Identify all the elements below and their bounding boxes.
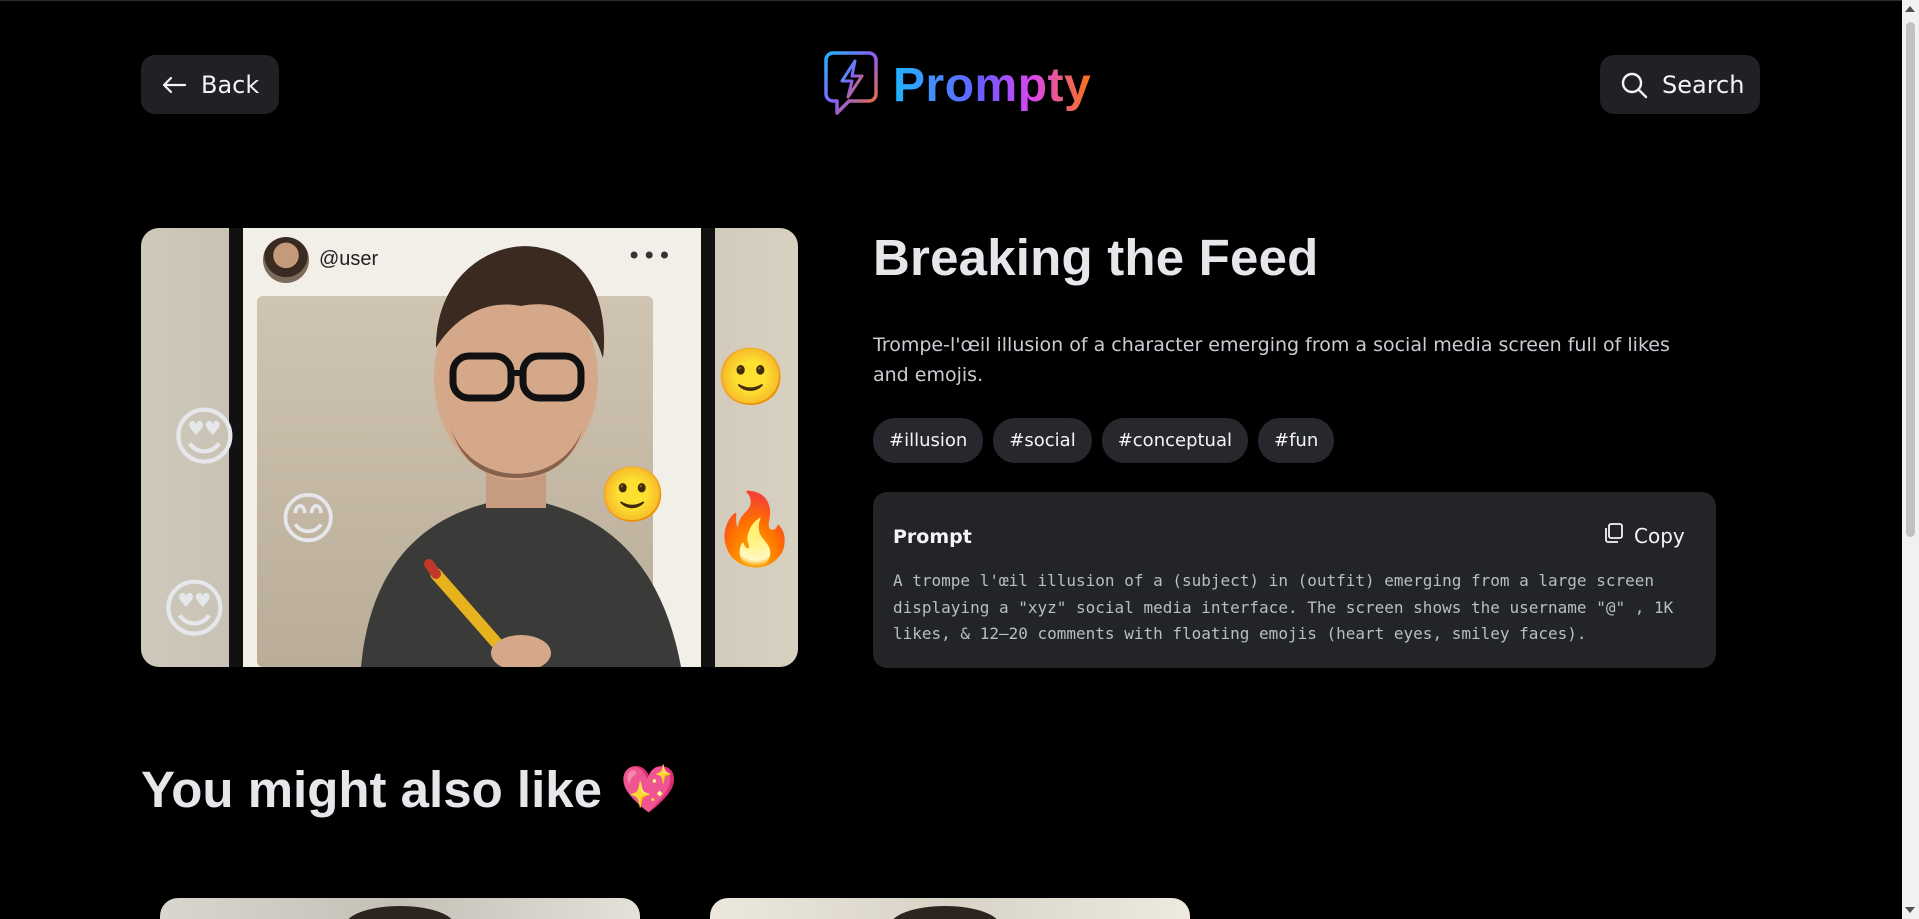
heart-eyes-emoji-icon: 😍: [171, 401, 238, 475]
page: Back Prompty Search @user ••• 😍 😍 😊 🙂 🙂 …: [0, 0, 1919, 919]
arrow-left-icon: [161, 75, 187, 95]
prompt-description: Trompe-l'œil illusion of a character eme…: [873, 334, 1670, 386]
heart-eyes-emoji-icon: 😍: [161, 573, 228, 647]
logo[interactable]: Prompty: [823, 50, 1091, 120]
page-scrollbar[interactable]: [1902, 0, 1919, 919]
tag-chip[interactable]: #illusion: [873, 418, 984, 463]
prompt-preview-image: @user ••• 😍 😍 😊 🙂 🙂 🔥: [141, 228, 798, 667]
scroll-down-arrow-icon[interactable]: [1905, 907, 1915, 913]
related-card[interactable]: [160, 898, 640, 919]
search-button[interactable]: Search: [1600, 55, 1760, 114]
person-illustration: [361, 246, 681, 667]
prompt-label: Prompt: [893, 526, 972, 548]
window-top-border: [0, 0, 1902, 1]
copy-button[interactable]: Copy: [1602, 522, 1685, 549]
scrollbar-thumb[interactable]: [1906, 22, 1915, 537]
related-title-text: You might also like: [141, 761, 602, 818]
logo-text: Prompty: [893, 58, 1092, 112]
post-avatar: [263, 237, 309, 283]
tag-chip[interactable]: #conceptual: [1101, 418, 1248, 463]
search-icon: [1620, 71, 1648, 99]
sparkling-heart-icon: 💖: [619, 763, 678, 815]
back-button-label: Back: [201, 70, 260, 99]
related-card-image: [345, 906, 455, 919]
copy-icon: [1602, 522, 1624, 549]
fire-emoji-icon: 🔥: [711, 488, 798, 570]
page-title: Breaking the Feed: [873, 229, 1319, 286]
search-button-label: Search: [1662, 70, 1745, 99]
smiley-emoji-icon: 🙂: [599, 463, 667, 526]
related-section-title: You might also like 💖: [141, 760, 677, 819]
smiley-emoji-icon: 😊: [279, 487, 338, 552]
scroll-up-arrow-icon[interactable]: [1905, 6, 1915, 12]
related-card[interactable]: [710, 898, 1190, 919]
prompt-card: Prompt Copy A trompe l'œil illusion of a…: [873, 492, 1716, 668]
related-card-image: [890, 906, 1000, 919]
back-button[interactable]: Back: [141, 55, 279, 114]
smiley-emoji-icon: 🙂: [716, 345, 786, 410]
tag-list: #illusion #social #conceptual #fun: [873, 418, 1335, 463]
tag-chip[interactable]: #fun: [1258, 418, 1335, 463]
lightning-chat-icon: [823, 50, 879, 120]
prompt-text: A trompe l'œil illusion of a (subject) i…: [893, 571, 1674, 643]
tag-chip[interactable]: #social: [993, 418, 1092, 463]
copy-button-label: Copy: [1634, 523, 1685, 548]
